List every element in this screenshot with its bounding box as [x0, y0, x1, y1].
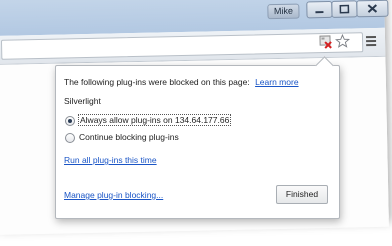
- minimize-button[interactable]: [306, 0, 333, 19]
- screenshot: Mike The following plug-ins were blocked…: [0, 0, 392, 246]
- maximize-button[interactable]: [331, 0, 358, 18]
- user-badge[interactable]: Mike: [267, 3, 300, 20]
- run-all-plugins-link[interactable]: Run all plug-ins this time: [64, 155, 157, 165]
- blocked-plugin-icon[interactable]: [319, 35, 333, 49]
- intro-row: The following plug-ins were blocked on t…: [64, 77, 299, 87]
- always-allow-radio[interactable]: [65, 116, 75, 126]
- continue-blocking-radio[interactable]: [65, 133, 75, 143]
- manage-plugin-blocking-link[interactable]: Manage plug-in blocking...: [64, 190, 163, 200]
- address-bar[interactable]: [0, 32, 364, 60]
- continue-blocking-label[interactable]: Continue blocking plug-ins: [79, 132, 179, 142]
- always-allow-label[interactable]: Always allow plug-ins on 134.64.177.66: [78, 114, 232, 126]
- menu-icon[interactable]: [365, 35, 377, 47]
- minimize-icon: [315, 11, 324, 14]
- close-icon: [367, 4, 378, 13]
- intro-text: The following plug-ins were blocked on t…: [64, 77, 250, 87]
- maximize-icon: [339, 4, 350, 14]
- learn-more-link[interactable]: Learn more: [255, 77, 298, 87]
- finished-button[interactable]: Finished: [276, 185, 328, 204]
- blocked-plugins-bubble: The following plug-ins were blocked on t…: [55, 56, 340, 219]
- plugin-name: Silverlight: [64, 96, 101, 106]
- star-icon[interactable]: [335, 33, 351, 49]
- close-button[interactable]: [356, 0, 389, 18]
